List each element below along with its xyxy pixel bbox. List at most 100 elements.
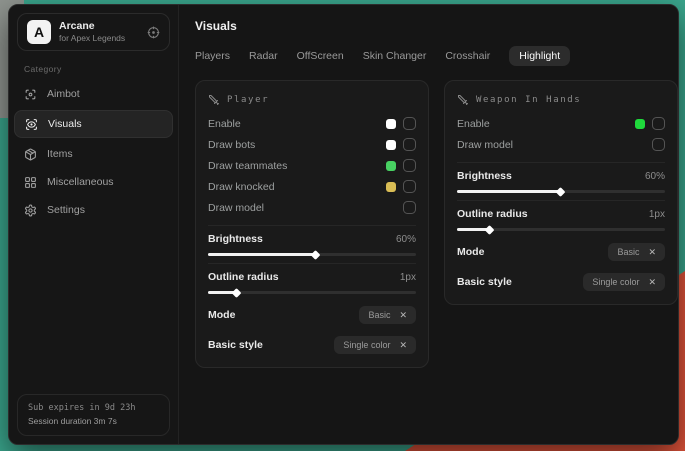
slider-label: Brightness <box>208 233 263 245</box>
slider-thumb[interactable] <box>556 187 566 197</box>
target-icon[interactable] <box>147 26 160 39</box>
toggle-label: Draw knocked <box>208 181 386 193</box>
checkbox[interactable] <box>652 117 665 130</box>
select-label: Mode <box>457 246 484 258</box>
chip-value: Single color <box>592 277 639 287</box>
sidebar-item-label: Miscellaneous <box>47 176 114 188</box>
subscription-info-card: Sub expires in 9d 23h Session duration 3… <box>17 394 170 436</box>
basic-style-chip[interactable]: Single color ✕ <box>334 336 416 354</box>
app-header-card: A Arcane for Apex Legends <box>17 13 170 51</box>
category-label: Category <box>24 64 178 74</box>
tab-skin-changer[interactable]: Skin Changer <box>363 50 427 62</box>
sidebar-item-miscellaneous[interactable]: Miscellaneous <box>9 168 178 196</box>
checkbox[interactable] <box>403 201 416 214</box>
slider-fill <box>208 291 237 294</box>
slider-track[interactable] <box>457 228 665 231</box>
slider-track[interactable] <box>208 291 416 294</box>
divider <box>457 200 665 201</box>
divider <box>457 162 665 163</box>
slider-thumb[interactable] <box>485 225 495 235</box>
basic-style-chip[interactable]: Single color ✕ <box>583 273 665 291</box>
color-swatch[interactable] <box>386 140 396 150</box>
brightness-slider: Brightness 60% <box>208 233 416 256</box>
weapon-in-hands-panel: Weapon In Hands Enable Draw model <box>444 80 678 305</box>
close-icon[interactable]: ✕ <box>648 278 656 287</box>
main-content: Visuals Players Radar OffScreen Skin Cha… <box>179 5 679 444</box>
basic-style-select-row: Basic style Single color ✕ <box>457 273 665 291</box>
package-icon <box>24 148 37 161</box>
mode-chip[interactable]: Basic ✕ <box>608 243 665 261</box>
toggle-label: Draw bots <box>208 139 386 151</box>
tab-radar[interactable]: Radar <box>249 50 278 62</box>
slider-track[interactable] <box>208 253 416 256</box>
sidebar: A Arcane for Apex Legends Category Aimbo… <box>9 5 179 444</box>
close-icon[interactable]: ✕ <box>648 248 656 257</box>
app-window: A Arcane for Apex Legends Category Aimbo… <box>8 4 679 445</box>
sword-icon <box>208 94 220 106</box>
sub-expires-text: Sub expires in 9d 23h <box>28 402 159 415</box>
color-swatch[interactable] <box>386 161 396 171</box>
toggle-row-draw-bots: Draw bots <box>208 134 416 155</box>
sidebar-item-aimbot[interactable]: Aimbot <box>9 80 178 108</box>
close-icon[interactable]: ✕ <box>399 311 407 320</box>
toggle-row-draw-teammates: Draw teammates <box>208 155 416 176</box>
player-panel: Player Enable Draw bots <box>195 80 429 368</box>
tab-crosshair[interactable]: Crosshair <box>445 50 490 62</box>
checkbox[interactable] <box>652 138 665 151</box>
mode-chip[interactable]: Basic ✕ <box>359 306 416 324</box>
toggle-row-draw-model: Draw model <box>208 197 416 218</box>
checkbox[interactable] <box>403 159 416 172</box>
sidebar-item-label: Aimbot <box>47 88 80 100</box>
brightness-slider: Brightness 60% <box>457 170 665 193</box>
slider-label: Brightness <box>457 170 512 182</box>
slider-value: 1px <box>649 209 665 220</box>
sidebar-item-label: Settings <box>47 204 85 216</box>
toggle-row-draw-knocked: Draw knocked <box>208 176 416 197</box>
sword-icon <box>457 94 469 106</box>
toggle-label: Enable <box>208 118 386 130</box>
slider-fill <box>457 190 561 193</box>
slider-fill <box>457 228 490 231</box>
sidebar-nav: Aimbot Visuals Items <box>9 80 178 224</box>
checkbox[interactable] <box>403 138 416 151</box>
mode-select-row: Mode Basic ✕ <box>457 243 665 261</box>
tab-players[interactable]: Players <box>195 50 230 62</box>
toggle-row-enable: Enable <box>457 113 665 134</box>
sidebar-item-items[interactable]: Items <box>9 140 178 168</box>
panels-row: Player Enable Draw bots <box>195 80 678 368</box>
app-title: Arcane <box>59 20 139 33</box>
basic-style-select-row: Basic style Single color ✕ <box>208 336 416 354</box>
slider-value: 1px <box>400 272 416 283</box>
checkbox[interactable] <box>403 180 416 193</box>
toggle-row-enable: Enable <box>208 113 416 134</box>
divider <box>208 225 416 226</box>
select-label: Mode <box>208 309 235 321</box>
slider-value: 60% <box>396 234 416 245</box>
slider-track[interactable] <box>457 190 665 193</box>
slider-fill <box>208 253 316 256</box>
color-swatch[interactable] <box>386 182 396 192</box>
select-label: Basic style <box>457 276 512 288</box>
scan-eye-icon <box>25 118 38 131</box>
tab-highlight[interactable]: Highlight <box>509 46 570 66</box>
outline-radius-slider: Outline radius 1px <box>457 208 665 231</box>
app-subtitle: for Apex Legends <box>59 33 139 44</box>
app-logo: A <box>27 20 51 44</box>
panel-title: Player <box>227 95 269 105</box>
chip-value: Basic <box>368 310 390 320</box>
sidebar-item-label: Visuals <box>48 118 82 130</box>
sidebar-item-label: Items <box>47 148 73 160</box>
app-titles: Arcane for Apex Legends <box>59 20 139 44</box>
color-swatch[interactable] <box>386 119 396 129</box>
close-icon[interactable]: ✕ <box>399 341 407 350</box>
slider-thumb[interactable] <box>311 250 321 260</box>
page-title: Visuals <box>195 19 678 33</box>
tab-offscreen[interactable]: OffScreen <box>297 50 344 62</box>
gear-icon <box>24 204 37 217</box>
sidebar-item-settings[interactable]: Settings <box>9 196 178 224</box>
checkbox[interactable] <box>403 117 416 130</box>
slider-thumb[interactable] <box>232 288 242 298</box>
color-swatch[interactable] <box>635 119 645 129</box>
sidebar-item-visuals[interactable]: Visuals <box>14 110 173 138</box>
toggle-label: Enable <box>457 118 635 130</box>
